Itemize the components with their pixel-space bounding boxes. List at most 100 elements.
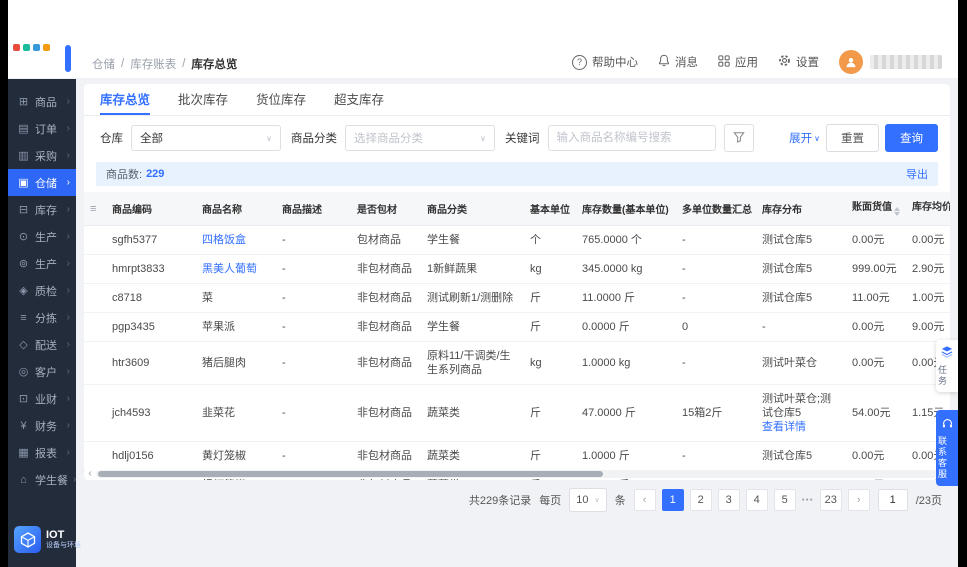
products-icon: ⊞	[18, 96, 29, 108]
warehouse-icon: ▣	[18, 177, 29, 189]
sidebar-item-配送[interactable]: ◇ 配送 ›	[8, 331, 76, 358]
scrollbar-track[interactable]	[96, 470, 938, 478]
sidebar-item-报表[interactable]: ▦ 报表 ›	[8, 439, 76, 466]
column-header-handle[interactable]: ≡	[84, 192, 106, 226]
layers-icon	[941, 345, 953, 362]
expand-link[interactable]: 展开 ∨	[789, 130, 820, 146]
export-link[interactable]: 导出	[906, 166, 928, 182]
sidebar-item-业财[interactable]: ⊡ 业财 ›	[8, 385, 76, 412]
reset-button[interactable]: 重置	[826, 124, 879, 152]
row-handle-cell	[84, 254, 106, 284]
packaging-cell: 包材商品	[351, 225, 421, 255]
column-header-desc[interactable]: 商品描述	[276, 192, 351, 226]
sidebar-item-商品[interactable]: ⊞ 商品 ›	[8, 88, 76, 115]
user-menu[interactable]	[839, 50, 942, 74]
table-header-row: ≡ 商品编码 商品名称 商品描述 是否包材 商品分类 基本单位 库存数量(基本单位) 多单位数量…	[84, 192, 950, 226]
per-page-select[interactable]: 10 ∨	[569, 488, 607, 512]
distribution-cell: 测试仓库5	[756, 225, 846, 255]
distribution-cell: 测试仓库5	[756, 254, 846, 284]
chevron-right-icon: ›	[66, 447, 70, 458]
sidebar-item-库存[interactable]: ⊟ 库存 ›	[8, 196, 76, 223]
apps-button[interactable]: 应用	[718, 54, 758, 70]
logo-block-orange	[43, 44, 50, 51]
sidebar-item-订单[interactable]: ▤ 订单 ›	[8, 115, 76, 142]
tasks-float-button[interactable]: 任务	[936, 340, 958, 392]
tab-货位库存[interactable]: 货位库存	[256, 84, 306, 115]
sidebar-item-生产[interactable]: ⊙ 生产 ›	[8, 223, 76, 250]
name-cell: 猪后腿肉	[196, 341, 276, 385]
view-detail-link[interactable]: 查看详情	[762, 420, 841, 434]
support-float-button[interactable]: 联系客服	[936, 410, 958, 486]
product-name-link[interactable]: 四格饭盒	[202, 234, 246, 246]
product-name-link[interactable]: 黑美人葡萄	[202, 263, 257, 275]
column-header-category[interactable]: 商品分类	[421, 192, 524, 226]
sidebar-item-质检[interactable]: ◈ 质检 ›	[8, 277, 76, 304]
settings-label: 设置	[796, 57, 819, 69]
unit-cell: 斤	[524, 441, 576, 471]
column-header-multi[interactable]: 多单位数量汇总	[676, 192, 756, 226]
page-button-5[interactable]: 5	[773, 489, 796, 511]
sort-icon[interactable]	[894, 204, 900, 219]
page-button-1[interactable]: 1	[661, 489, 684, 511]
prev-page-button[interactable]: ‹	[633, 489, 656, 511]
tab-超支库存[interactable]: 超支库存	[334, 84, 384, 115]
sidebar-item-label: 质检	[35, 285, 57, 298]
page-button-2[interactable]: 2	[689, 489, 712, 511]
qty-cell: 47.0000 斤	[576, 384, 676, 442]
filter-row: 仓库 全部 ∨ 商品分类 选择商品分类 ∨ 关键词 展开 ∨	[84, 116, 950, 156]
reports-icon: ▦	[18, 447, 29, 459]
page-button-3[interactable]: 3	[717, 489, 740, 511]
search-button[interactable]: 查询	[885, 124, 938, 152]
sidebar-item-仓储[interactable]: ▣ 仓储 ›	[8, 169, 76, 196]
production-icon-2: ⊚	[18, 258, 29, 270]
column-header-code[interactable]: 商品编码	[106, 192, 196, 226]
next-page-button[interactable]: ›	[847, 489, 870, 511]
page-jump-input[interactable]	[877, 489, 908, 511]
column-header-name[interactable]: 商品名称	[196, 192, 276, 226]
sidebar-item-label: 报表	[35, 447, 57, 460]
sidebar-item-客户[interactable]: ◎ 客户 ›	[8, 358, 76, 385]
multi-cell: -	[676, 225, 756, 255]
column-header-unit[interactable]: 基本单位	[524, 192, 576, 226]
tab-批次库存[interactable]: 批次库存	[178, 84, 228, 115]
sidebar-item-生产[interactable]: ⊚ 生产 ›	[8, 250, 76, 277]
help-center-button[interactable]: ? 帮助中心	[572, 54, 638, 70]
help-icon: ?	[572, 54, 587, 70]
sidebar-item-学生餐[interactable]: ⌂ 学生餐 ›	[8, 466, 76, 493]
messages-button[interactable]: 消息	[658, 54, 698, 70]
qty-cell: 11.0000 斤	[576, 283, 676, 313]
breadcrumb-item[interactable]: 库存账表	[130, 56, 176, 72]
chevron-right-icon: ›	[66, 177, 70, 188]
category-label: 商品分类	[291, 133, 337, 145]
category-select[interactable]: 选择商品分类 ∨	[345, 125, 495, 151]
breadcrumb-current: 库存总览	[191, 59, 238, 71]
multi-cell: -	[676, 341, 756, 385]
column-header-packaging[interactable]: 是否包材	[351, 192, 421, 226]
table-row: hdlj0156 黄灯笼椒 - 非包材商品 蔬菜类斤 1.0000 斤 - 测试仓库5 0.00…	[84, 441, 950, 471]
breadcrumb-item[interactable]: 仓储	[92, 56, 115, 72]
book_value-cell: 0.00元	[846, 341, 906, 385]
keyword-input[interactable]	[547, 125, 716, 151]
logo-block-blue	[33, 44, 40, 51]
column-settings-icon[interactable]: ≡	[90, 203, 96, 215]
settings-button[interactable]: 设置	[778, 54, 819, 70]
column-header-qty[interactable]: 库存数量(基本单位)	[576, 192, 676, 226]
scroll-left-icon[interactable]: ‹	[86, 469, 94, 479]
page-button-4[interactable]: 4	[745, 489, 768, 511]
chevron-down-icon: ∨	[480, 133, 486, 143]
column-header-distribution[interactable]: 库存分布	[756, 192, 846, 226]
sidebar-item-分拣[interactable]: ≡ 分拣 ›	[8, 304, 76, 331]
scrollbar-thumb[interactable]	[98, 471, 604, 477]
page-button-23[interactable]: 23	[819, 489, 842, 511]
column-header-book_value[interactable]: 账面货值	[846, 192, 906, 226]
sidebar-item-采购[interactable]: ▥ 采购 ›	[8, 142, 76, 169]
inventory-icon: ⊟	[18, 204, 29, 216]
column-header-avg_price[interactable]: 库存均价	[906, 192, 950, 226]
sidebar-item-label: 财务	[35, 420, 57, 433]
advanced-filter-button[interactable]	[723, 124, 754, 152]
sidebar-item-财务[interactable]: ¥ 财务 ›	[8, 412, 76, 439]
per-page-value: 10	[576, 494, 589, 506]
tab-库存总览[interactable]: 库存总览	[100, 84, 151, 115]
table-row: sgfh5377 四格饭盒 - 包材商品 学生餐个 765.0000 个 - 测试仓库5 0.0…	[84, 225, 950, 255]
warehouse-select[interactable]: 全部 ∨	[131, 125, 281, 151]
